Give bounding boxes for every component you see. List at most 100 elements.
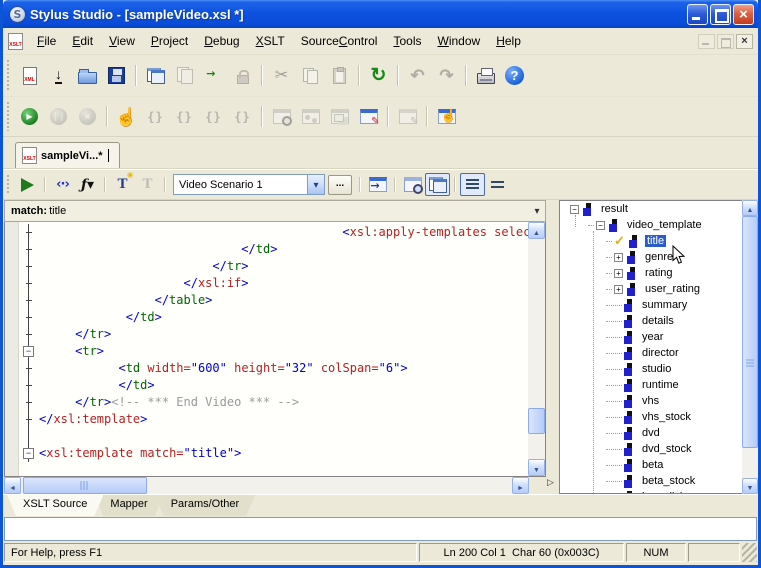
- editor-horizontal-scrollbar[interactable]: [4, 477, 546, 494]
- tree-item-label[interactable]: dvd: [640, 427, 662, 439]
- menu-item-edit[interactable]: Edit: [64, 31, 101, 51]
- scrollbar-thumb[interactable]: [528, 408, 545, 434]
- scrollbar-track[interactable]: [742, 216, 758, 478]
- collapse-minus-icon[interactable]: [23, 346, 34, 357]
- code-line[interactable]: </tr><!-- *** End Video *** -->: [19, 394, 528, 411]
- menu-item-xslt[interactable]: XSLT: [248, 31, 293, 51]
- code-line[interactable]: <td width="600" height="32" colSpan="6">: [19, 360, 528, 377]
- tree-item-director[interactable]: director: [560, 345, 742, 361]
- scroll-down-button[interactable]: [528, 459, 545, 476]
- minimize-button[interactable]: [687, 4, 708, 25]
- tree-item-runtime[interactable]: runtime: [560, 377, 742, 393]
- tree-item-title[interactable]: title: [560, 233, 742, 249]
- tree-item-label[interactable]: runtime: [640, 379, 681, 391]
- tree-item-rating[interactable]: rating: [560, 265, 742, 281]
- pane-splitter[interactable]: [547, 200, 559, 494]
- new-xml-document-button[interactable]: [15, 61, 44, 90]
- menu-item-view[interactable]: View: [101, 31, 143, 51]
- scroll-down-button[interactable]: [742, 478, 758, 494]
- break-button[interactable]: ☝: [112, 102, 141, 131]
- help-button[interactable]: ?: [500, 61, 529, 90]
- tree-item-label[interactable]: year: [640, 331, 665, 343]
- show-text-view-button[interactable]: [460, 173, 485, 196]
- scroll-up-button[interactable]: [528, 222, 545, 239]
- open-result-window-button[interactable]: [365, 173, 390, 196]
- tree-item-label[interactable]: title: [645, 235, 666, 247]
- code-line[interactable]: </tr>: [19, 258, 528, 275]
- menu-item-sourcecontrol[interactable]: SourceControl: [293, 31, 386, 51]
- tree-item-user_rating[interactable]: user_rating: [560, 281, 742, 297]
- match-dropdown-button[interactable]: [529, 205, 545, 217]
- expand-box-icon[interactable]: [614, 253, 623, 262]
- open-file-button[interactable]: [73, 61, 102, 90]
- preview-result-button[interactable]: [15, 173, 40, 196]
- tree-item-dvd[interactable]: dvd: [560, 425, 742, 441]
- code-line[interactable]: </xsl:template>: [19, 411, 528, 428]
- tree-item-label[interactable]: video_template: [625, 219, 704, 231]
- code-line[interactable]: </td>: [19, 241, 528, 258]
- editor-vertical-scrollbar[interactable]: [528, 222, 545, 476]
- tree-item-vhs[interactable]: vhs: [560, 393, 742, 409]
- code-line[interactable]: </table>: [19, 292, 528, 309]
- word-wrap-button[interactable]: [485, 173, 510, 196]
- start-debugging-button[interactable]: ▶: [15, 102, 44, 131]
- tree-item-details[interactable]: details: [560, 313, 742, 329]
- preview-window-button[interactable]: [400, 173, 425, 196]
- schema-tree[interactable]: resultvideo_templatetitlegenreratinguser…: [559, 200, 742, 494]
- tree-item-label[interactable]: beta_stock: [640, 475, 697, 487]
- refresh-button[interactable]: ↻: [364, 61, 393, 90]
- menu-item-window[interactable]: Window: [430, 31, 489, 51]
- open-from-url-button[interactable]: [199, 61, 228, 90]
- scrollbar-track[interactable]: [528, 239, 545, 459]
- toolbar-grip[interactable]: [5, 102, 12, 131]
- tree-item-studio[interactable]: studio: [560, 361, 742, 377]
- menu-item-help[interactable]: Help: [488, 31, 529, 51]
- menu-item-file[interactable]: File: [29, 31, 64, 51]
- save-button[interactable]: [102, 61, 131, 90]
- tree-item-result[interactable]: result: [560, 201, 742, 217]
- output-bar[interactable]: [4, 517, 757, 541]
- highlight-text-button[interactable]: T: [110, 173, 135, 196]
- scroll-right-button[interactable]: [512, 477, 529, 494]
- tree-item-beta_stock[interactable]: beta_stock: [560, 473, 742, 489]
- toolbar-grip[interactable]: [5, 175, 12, 194]
- tree-item-dvd_stock[interactable]: dvd_stock: [560, 441, 742, 457]
- tree-vertical-scrollbar[interactable]: [742, 200, 758, 494]
- tree-item-laserdisk[interactable]: laserdisk: [560, 489, 742, 494]
- tree-item-label[interactable]: laserdisk: [640, 491, 687, 494]
- tree-item-label[interactable]: details: [640, 315, 676, 327]
- mdi-close-button[interactable]: ×: [736, 34, 753, 49]
- tree-item-label[interactable]: studio: [640, 363, 673, 375]
- code-area[interactable]: <xsl:apply-templates select</td></tr></x…: [5, 222, 528, 476]
- scrollbar-thumb[interactable]: [23, 477, 147, 494]
- view-tab-params-other[interactable]: Params/Other: [155, 495, 255, 516]
- expand-box-icon[interactable]: [614, 285, 623, 294]
- tree-item-year[interactable]: year: [560, 329, 742, 345]
- code-line[interactable]: <tr>: [19, 343, 528, 360]
- toolbar-grip[interactable]: [5, 60, 12, 91]
- tree-item-beta[interactable]: beta: [560, 457, 742, 473]
- scenario-combobox[interactable]: Video Scenario 1: [173, 174, 325, 195]
- scrollbar-track[interactable]: [21, 477, 512, 494]
- code-line[interactable]: <xsl:template match="title">: [19, 445, 528, 462]
- backmapping-button[interactable]: [432, 102, 461, 131]
- fold-collapse-box[interactable]: [19, 343, 39, 360]
- tree-item-label[interactable]: rating: [643, 267, 675, 279]
- print-button[interactable]: [471, 61, 500, 90]
- xslt-source-editor[interactable]: <xsl:apply-templates select</td></tr></x…: [4, 222, 546, 477]
- tree-item-label[interactable]: beta: [640, 459, 665, 471]
- collapse-box-icon[interactable]: [596, 221, 605, 230]
- code-line[interactable]: </td>: [19, 309, 528, 326]
- match-combobox[interactable]: match: title: [4, 200, 546, 222]
- tree-item-label[interactable]: vhs: [640, 395, 661, 407]
- view-tab-mapper[interactable]: Mapper: [94, 495, 163, 516]
- tree-item-label[interactable]: dvd_stock: [640, 443, 694, 455]
- document-tab-samplevideo[interactable]: XSLT sampleVi...*: [15, 142, 120, 168]
- menu-item-project[interactable]: Project: [143, 31, 196, 51]
- tree-item-label[interactable]: user_rating: [643, 283, 702, 295]
- menu-item-tools[interactable]: Tools: [385, 31, 429, 51]
- maximize-button[interactable]: [710, 4, 731, 25]
- new-window-button[interactable]: [141, 61, 170, 90]
- code-line[interactable]: </tr>: [19, 326, 528, 343]
- xslt-profiler-button[interactable]: [354, 102, 383, 131]
